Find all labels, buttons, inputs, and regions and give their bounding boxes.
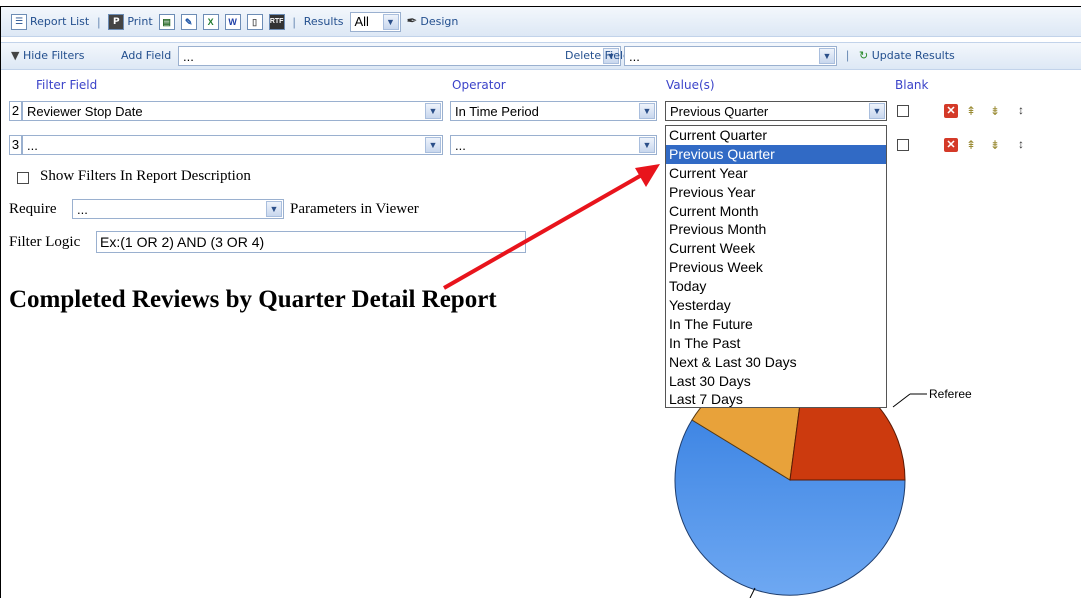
chevron-down-icon: ▼ — [425, 137, 441, 153]
operator-value: ... — [455, 137, 466, 153]
require-value: ... — [77, 201, 88, 217]
dropdown-option[interactable]: Current Year — [666, 164, 886, 183]
filter-field-value: Reviewer Stop Date — [27, 103, 143, 119]
blank-checkbox[interactable] — [897, 105, 909, 117]
value-select-value: Previous Quarter — [670, 103, 769, 119]
hide-filters-label: Hide Filters — [22, 49, 85, 62]
results-select[interactable]: All ▼ — [349, 11, 401, 32]
move-up-icon[interactable]: ⇞ — [964, 104, 978, 118]
value-dropdown-list: Current Quarter Previous Quarter Current Y… — [665, 125, 887, 408]
chevron-down-icon: ▼ — [639, 137, 655, 153]
refresh-icon: ↻ — [859, 49, 869, 62]
dropdown-option[interactable]: In The Past — [666, 334, 886, 353]
dropdown-option[interactable]: Current Month — [666, 202, 886, 221]
toolbar-divider: | — [846, 48, 850, 62]
chevron-down-icon: ▼ — [266, 201, 282, 217]
pie-leader-line — [892, 393, 911, 408]
pie-chart — [674, 380, 927, 598]
move-down-icon[interactable]: ⇟ — [988, 104, 1002, 118]
filter-row-index: 3 — [9, 135, 22, 155]
require-select[interactable]: ... ▼ — [72, 199, 284, 219]
toolbar-divider: | — [292, 14, 296, 29]
excel-icon[interactable]: X — [202, 13, 219, 30]
filter-field-header: Filter Field — [36, 78, 98, 92]
values-header: Value(s) — [666, 78, 715, 92]
delete-row-icon[interactable]: ✕ — [944, 104, 958, 118]
dropdown-option[interactable]: Current Quarter — [666, 126, 886, 145]
rtf-icon[interactable]: RTF — [268, 13, 285, 30]
filter-field-select[interactable]: ... ▼ — [22, 135, 443, 155]
dropdown-option[interactable]: Next & Last 30 Days — [666, 353, 886, 372]
pen-icon: ✒ — [406, 14, 418, 29]
report-list-label: Report List — [30, 15, 90, 28]
move-up-icon[interactable]: ⇞ — [964, 138, 978, 152]
delete-field-select[interactable]: ... ▼ — [624, 46, 837, 66]
print-label: Print — [127, 15, 153, 28]
operator-select[interactable]: In Time Period ▼ — [450, 101, 657, 121]
filter-field-value: ... — [27, 137, 38, 153]
list-icon: ☰ — [11, 13, 27, 30]
chevron-down-icon: ▼ — [869, 103, 885, 119]
require-label: Require — [9, 201, 57, 217]
dropdown-option[interactable]: Current Week — [666, 239, 886, 258]
pencil-export-icon[interactable]: ✎ — [180, 13, 197, 30]
delete-row-icon[interactable]: ✕ — [944, 138, 958, 152]
filter-row-index: 2 — [9, 101, 22, 121]
operator-select[interactable]: ... ▼ — [450, 135, 657, 155]
resize-handle-icon[interactable]: ↕ — [1014, 103, 1028, 117]
chevron-down-icon: ▼ — [819, 48, 835, 64]
chevron-down-icon: ▼ — [639, 103, 655, 119]
update-results-label: Update Results — [871, 49, 955, 62]
dropdown-option[interactable]: Previous Month — [666, 220, 886, 239]
report-list-button[interactable]: ☰ Report List — [11, 13, 90, 30]
red-arrow-annotation — [443, 164, 660, 290]
show-filters-checkbox[interactable] — [17, 172, 29, 184]
move-down-icon[interactable]: ⇟ — [988, 138, 1002, 152]
results-select-value: All — [354, 14, 369, 29]
dropdown-option[interactable]: Yesterday — [666, 296, 886, 315]
parameters-label: Parameters in Viewer — [290, 201, 419, 217]
csv-export-icon[interactable]: ▤ — [158, 13, 175, 30]
show-filters-label: Show Filters In Report Description — [40, 168, 251, 184]
add-field-value: ... — [183, 48, 194, 64]
document-icon[interactable]: ▯ — [246, 13, 263, 30]
dropdown-option[interactable]: Previous Week — [666, 258, 886, 277]
dropdown-option[interactable]: Previous Year — [666, 183, 886, 202]
dropdown-option[interactable]: Today — [666, 277, 886, 296]
delete-field-value: ... — [629, 48, 640, 64]
operator-value: In Time Period — [455, 103, 539, 119]
design-button[interactable]: ✒ Design — [407, 14, 459, 29]
filters-toolbar: ▼ Hide Filters Add Field ... ▼ Delete Fi… — [1, 42, 1081, 70]
chevron-down-icon: ▼ — [425, 103, 441, 119]
design-label: Design — [420, 15, 459, 28]
main-toolbar: ☰ Report List | P Print ▤ ✎ X W ▯ RTF | … — [1, 7, 1081, 37]
resize-handle-icon[interactable]: ↕ — [1014, 137, 1028, 151]
chevron-down-icon: ▼ — [382, 13, 399, 30]
value-select[interactable]: Previous Quarter ▼ — [665, 101, 887, 121]
results-label: Results — [303, 15, 344, 28]
report-title: Completed Reviews by Quarter Detail Repo… — [9, 286, 497, 313]
blank-header: Blank — [895, 78, 929, 92]
word-icon[interactable]: W — [224, 13, 241, 30]
funnel-icon: ▼ — [11, 49, 20, 62]
add-field-select[interactable]: ... ▼ — [178, 46, 621, 66]
update-results-button[interactable]: ↻ Update Results — [859, 49, 955, 62]
filter-logic-label: Filter Logic — [9, 234, 81, 250]
toolbar-divider: | — [97, 14, 101, 29]
add-field-label: Add Field — [121, 49, 172, 62]
pie-label-referee: Referee — [929, 387, 972, 401]
pie-leader-line — [749, 587, 756, 598]
dropdown-option[interactable]: In The Future — [666, 315, 886, 334]
printer-icon: P — [108, 13, 125, 30]
operator-header: Operator — [452, 78, 506, 92]
blank-checkbox[interactable] — [897, 139, 909, 151]
filter-field-select[interactable]: Reviewer Stop Date ▼ — [22, 101, 443, 121]
dropdown-option[interactable]: Last 7 Days — [666, 390, 886, 409]
delete-field-label: Delete Field — [565, 49, 631, 62]
print-button[interactable]: P Print — [108, 13, 153, 30]
dropdown-option[interactable]: Last 30 Days — [666, 372, 886, 391]
dropdown-option[interactable]: Previous Quarter — [666, 144, 886, 164]
hide-filters-button[interactable]: ▼ Hide Filters — [11, 49, 85, 62]
